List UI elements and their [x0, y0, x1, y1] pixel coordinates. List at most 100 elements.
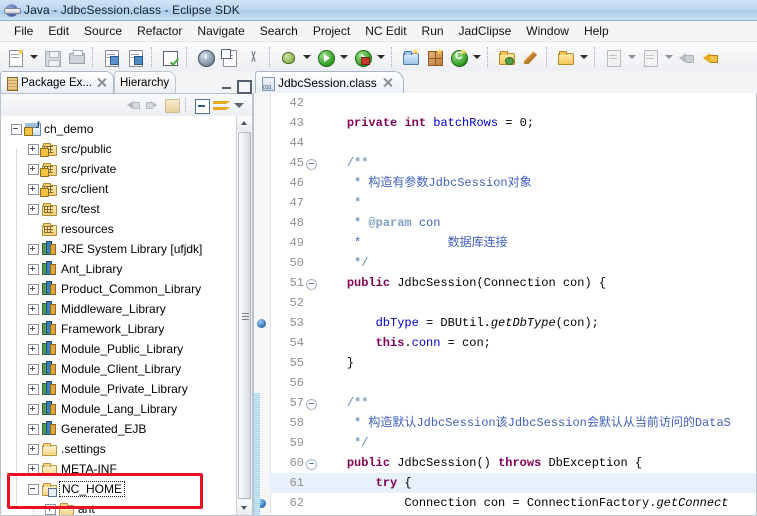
debug-button[interactable]	[277, 46, 299, 68]
tree-item[interactable]: META-INF	[1, 459, 237, 489]
menu-refactor[interactable]: Refactor	[130, 23, 190, 39]
expand-toggle-icon[interactable]	[27, 279, 40, 299]
scroll-up-button[interactable]	[237, 116, 252, 131]
fold-collapse-icon[interactable]	[306, 459, 317, 470]
code-line[interactable]: 54 this.conn = con;	[270, 333, 756, 353]
previous-annotation-button[interactable]	[639, 46, 661, 68]
code-line[interactable]: 60 public JdbcSession() throws DbExcepti…	[270, 453, 756, 473]
open-type-button[interactable]	[100, 46, 122, 68]
minimize-view-button[interactable]	[220, 80, 233, 91]
maximize-view-button[interactable]	[236, 80, 252, 94]
expand-toggle-icon[interactable]	[27, 419, 40, 439]
tab-hierarchy[interactable]: Hierarchy	[113, 71, 177, 93]
code-line[interactable]: 56	[270, 373, 756, 393]
run-button[interactable]	[314, 46, 336, 68]
menu-run[interactable]: Run	[415, 23, 452, 39]
editor-code-area[interactable]: 42 43 private int batchRows = 0; 44 45 /** 4…	[270, 93, 756, 515]
expand-toggle-icon[interactable]	[27, 139, 40, 159]
code-line[interactable]: 58 * 构造默认JdbcSession该JdbcSession会默认从当前访问…	[270, 413, 756, 433]
package-explorer-tree[interactable]: Jch_demo src/public src/private src/client s…	[0, 116, 253, 516]
tab-package-explorer[interactable]: Package Ex...	[0, 71, 114, 93]
menu-file[interactable]: File	[7, 23, 41, 39]
new-wizard-button[interactable]	[4, 46, 26, 68]
tree-item[interactable]: src/test	[1, 199, 237, 229]
code-line[interactable]: 53 dbType = DBUtil.getDbType(con);	[270, 313, 756, 333]
tree-item[interactable]: src/public	[1, 139, 237, 169]
tree-item[interactable]: Jch_demo	[1, 119, 237, 139]
expand-toggle-icon[interactable]	[27, 179, 40, 199]
collapse-toggle-icon[interactable]	[10, 119, 23, 139]
expand-toggle-icon[interactable]	[27, 359, 40, 379]
tree-item[interactable]: JRE System Library [ufjdk]	[1, 239, 237, 269]
next-annotation-dropdown[interactable]	[626, 46, 637, 68]
expand-toggle-icon[interactable]	[27, 399, 40, 419]
close-icon[interactable]	[382, 77, 393, 88]
expand-toggle-icon[interactable]	[44, 499, 57, 515]
expand-toggle-icon[interactable]	[27, 339, 40, 359]
tree-item[interactable]: resources	[1, 219, 237, 249]
menu-help[interactable]: Help	[577, 23, 617, 39]
previous-annotation-dropdown[interactable]	[663, 46, 674, 68]
menu-navigate[interactable]: Navigate	[190, 23, 252, 39]
expand-toggle-icon[interactable]	[27, 439, 40, 459]
link-with-editor-button[interactable]	[212, 97, 230, 114]
back-navigation-button[interactable]	[125, 97, 142, 114]
code-line[interactable]: 48 * @param con	[270, 213, 756, 233]
tree-item[interactable]: Module_Lang_Library	[1, 399, 237, 429]
menu-nc-edit[interactable]: NC Edit	[358, 23, 414, 39]
print-button[interactable]	[65, 46, 87, 68]
new-java-project-button[interactable]	[399, 46, 421, 68]
folder-dropdown[interactable]	[578, 46, 589, 68]
open-resource-button[interactable]	[495, 46, 517, 68]
forward-back-button[interactable]	[700, 46, 722, 68]
tree-item[interactable]: ant	[1, 499, 237, 515]
run-stop-dropdown[interactable]	[375, 46, 386, 68]
scroll-thumb[interactable]	[238, 132, 251, 499]
fold-collapse-icon[interactable]	[306, 399, 317, 410]
code-line[interactable]: 45 /**	[270, 153, 756, 173]
code-line[interactable]: 59 */	[270, 433, 756, 453]
code-line[interactable]: 62 Connection con = ConnectionFactory.ge…	[270, 493, 756, 513]
fold-collapse-icon[interactable]	[306, 279, 317, 290]
debug-dropdown[interactable]	[301, 46, 312, 68]
next-annotation-button[interactable]	[602, 46, 624, 68]
forward-navigation-button[interactable]	[144, 97, 161, 114]
build-all-button[interactable]	[159, 46, 181, 68]
save-button[interactable]	[41, 46, 63, 68]
code-line[interactable]: 43 private int batchRows = 0;	[270, 113, 756, 133]
tasks-button[interactable]	[218, 46, 240, 68]
run-dropdown[interactable]	[338, 46, 349, 68]
close-icon[interactable]	[96, 77, 107, 88]
tree-item[interactable]: Framework_Library	[1, 319, 237, 349]
code-line[interactable]: 46 * 构造有参数JdbcSession对象	[270, 173, 756, 193]
refresh-button[interactable]	[124, 46, 146, 68]
go-up-button[interactable]	[163, 97, 180, 114]
override-indicator-icon[interactable]	[257, 319, 266, 328]
new-class-dropdown[interactable]	[471, 46, 482, 68]
tree-item[interactable]: Module_Client_Library	[1, 359, 237, 389]
expand-toggle-icon[interactable]	[27, 239, 40, 259]
code-line[interactable]: 50 */	[270, 253, 756, 273]
code-line[interactable]: 51 public JdbcSession(Connection con) {	[270, 273, 756, 293]
tree-item[interactable]: Ant_Library	[1, 259, 237, 289]
search-button[interactable]	[194, 46, 216, 68]
tree-item[interactable]: .settings	[1, 439, 237, 469]
menu-search[interactable]: Search	[253, 23, 306, 39]
code-line[interactable]: 52	[270, 293, 756, 313]
new-package-button[interactable]	[423, 46, 445, 68]
collapse-toggle-icon[interactable]	[27, 479, 40, 499]
menu-project[interactable]: Project	[306, 23, 358, 39]
tab-jdbcsession-class[interactable]: JdbcSession.class	[255, 71, 404, 93]
code-line[interactable]: 44	[270, 133, 756, 153]
menu-bar[interactable]: File Edit Source Refactor Navigate Searc…	[0, 21, 757, 42]
code-line[interactable]: 63 dbType = DBUtil.getDbType(con);	[270, 513, 756, 515]
code-line[interactable]: 49 * 数据库连接	[270, 233, 756, 253]
expand-toggle-icon[interactable]	[27, 259, 40, 279]
cut-button[interactable]	[242, 46, 264, 68]
code-line[interactable]: 47 *	[270, 193, 756, 213]
run-stop-button[interactable]	[351, 46, 373, 68]
code-line[interactable]: 57 /**	[270, 393, 756, 413]
menu-edit[interactable]: Edit	[41, 23, 77, 39]
menu-source[interactable]: Source	[77, 23, 130, 39]
expand-toggle-icon[interactable]	[27, 319, 40, 339]
